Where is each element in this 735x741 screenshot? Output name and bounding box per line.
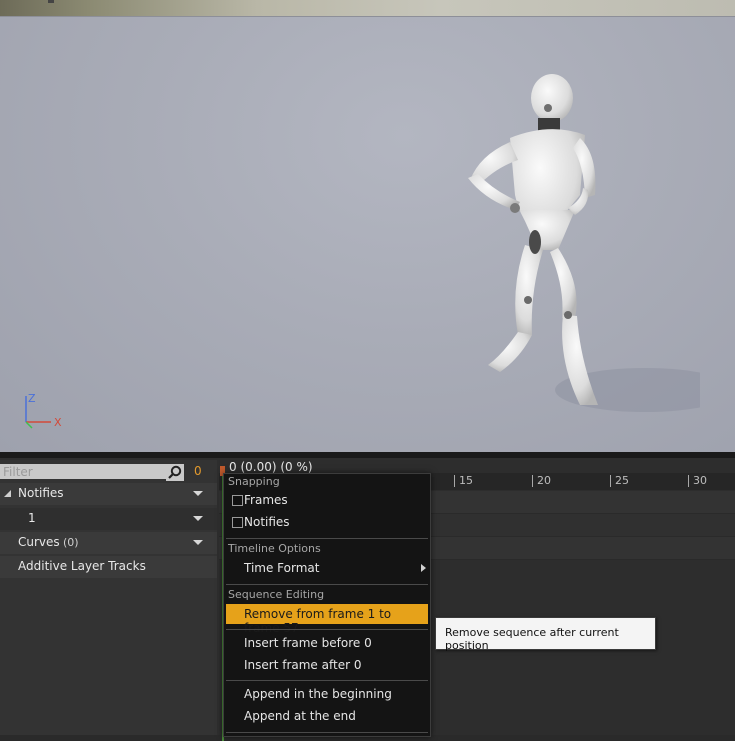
search-icon — [168, 465, 182, 479]
tooltip: Remove sequence after current position — [435, 617, 656, 652]
menu-item-snap-frames[interactable]: Frames — [226, 490, 428, 510]
menu-item-label: Append at the end — [244, 709, 356, 723]
menu-item-snap-notifies[interactable]: Notifies — [226, 512, 428, 532]
axis-z-label: Z — [28, 392, 36, 405]
context-menu: Snapping Frames Notifies Timeline Option… — [223, 473, 431, 737]
track-label-notifies: Notifies — [18, 486, 64, 500]
frame-counter: 0 — [194, 464, 202, 478]
track-row-notifies[interactable]: Notifies — [0, 483, 217, 505]
menu-separator — [226, 538, 428, 539]
track-label-notify-1: 1 — [28, 511, 36, 525]
track-list-panel: 0 Notifies 1 Curves (0) Additive Layer T… — [0, 460, 217, 735]
track-row-curves[interactable]: Curves (0) — [0, 532, 217, 554]
menu-item-label: Append in the beginning — [244, 687, 392, 701]
chevron-down-icon[interactable] — [193, 540, 203, 545]
menu-item-append-end[interactable]: Append at the end — [226, 706, 428, 726]
track-row-additive-layer[interactable]: Additive Layer Tracks — [0, 556, 217, 578]
chevron-down-icon[interactable] — [193, 491, 203, 496]
toolbar-mark — [48, 0, 54, 3]
axis-x-label: X — [54, 416, 62, 429]
expand-triangle-icon[interactable] — [4, 490, 11, 497]
menu-item-label: Insert frame after 0 — [244, 658, 362, 672]
chevron-right-icon — [421, 564, 426, 572]
menu-item-insert-after[interactable]: Insert frame after 0 — [226, 655, 428, 675]
menu-item-label: Time Format — [244, 561, 320, 575]
track-row-notify-1[interactable]: 1 — [0, 508, 217, 530]
menu-item-insert-before[interactable]: Insert frame before 0 — [226, 633, 428, 653]
tooltip-text: Remove sequence after current position — [445, 626, 619, 652]
viewport-toolbar-strip — [0, 0, 735, 17]
menu-item-append-beginning[interactable]: Append in the beginning — [226, 684, 428, 704]
menu-heading-timeline-options: Timeline Options — [228, 542, 321, 555]
frames-checkbox[interactable] — [232, 495, 243, 506]
ruler-tick: 25 — [610, 475, 629, 487]
mannequin-character — [468, 74, 700, 412]
timeline-header-strip — [0, 452, 735, 458]
ruler-tick: 15 — [454, 475, 473, 487]
menu-separator — [226, 584, 428, 585]
menu-item-label: Remove from frame 1 to frame 57 — [244, 607, 392, 635]
filter-row: 0 — [0, 463, 217, 483]
menu-item-label: Insert frame before 0 — [244, 636, 372, 650]
notifies-checkbox[interactable] — [232, 517, 243, 528]
menu-separator — [226, 680, 428, 681]
menu-heading-snapping: Snapping — [228, 475, 280, 488]
track-label-additive-layer: Additive Layer Tracks — [18, 559, 146, 573]
animation-viewport[interactable]: Z X — [0, 0, 735, 452]
menu-item-label: Frames — [244, 493, 288, 507]
ruler-tick: 30 — [688, 475, 707, 487]
menu-separator — [226, 629, 428, 630]
menu-heading-sequence-editing: Sequence Editing — [228, 588, 325, 601]
chevron-down-icon[interactable] — [193, 516, 203, 521]
axis-gizmo-icon: Z X — [25, 392, 62, 429]
menu-item-remove-frames[interactable]: Remove from frame 1 to frame 57 — [226, 604, 428, 635]
menu-item-time-format[interactable]: Time Format — [226, 558, 428, 578]
search-button[interactable] — [166, 464, 184, 481]
current-position-readout: 0 (0.00) (0 %) — [229, 460, 313, 474]
menu-separator — [226, 732, 428, 733]
menu-item-label: Notifies — [244, 515, 290, 529]
curves-count: (0) — [63, 536, 79, 549]
ruler-tick: 20 — [532, 475, 551, 487]
filter-input[interactable] — [0, 464, 170, 479]
track-label-curves: Curves — [18, 535, 60, 549]
